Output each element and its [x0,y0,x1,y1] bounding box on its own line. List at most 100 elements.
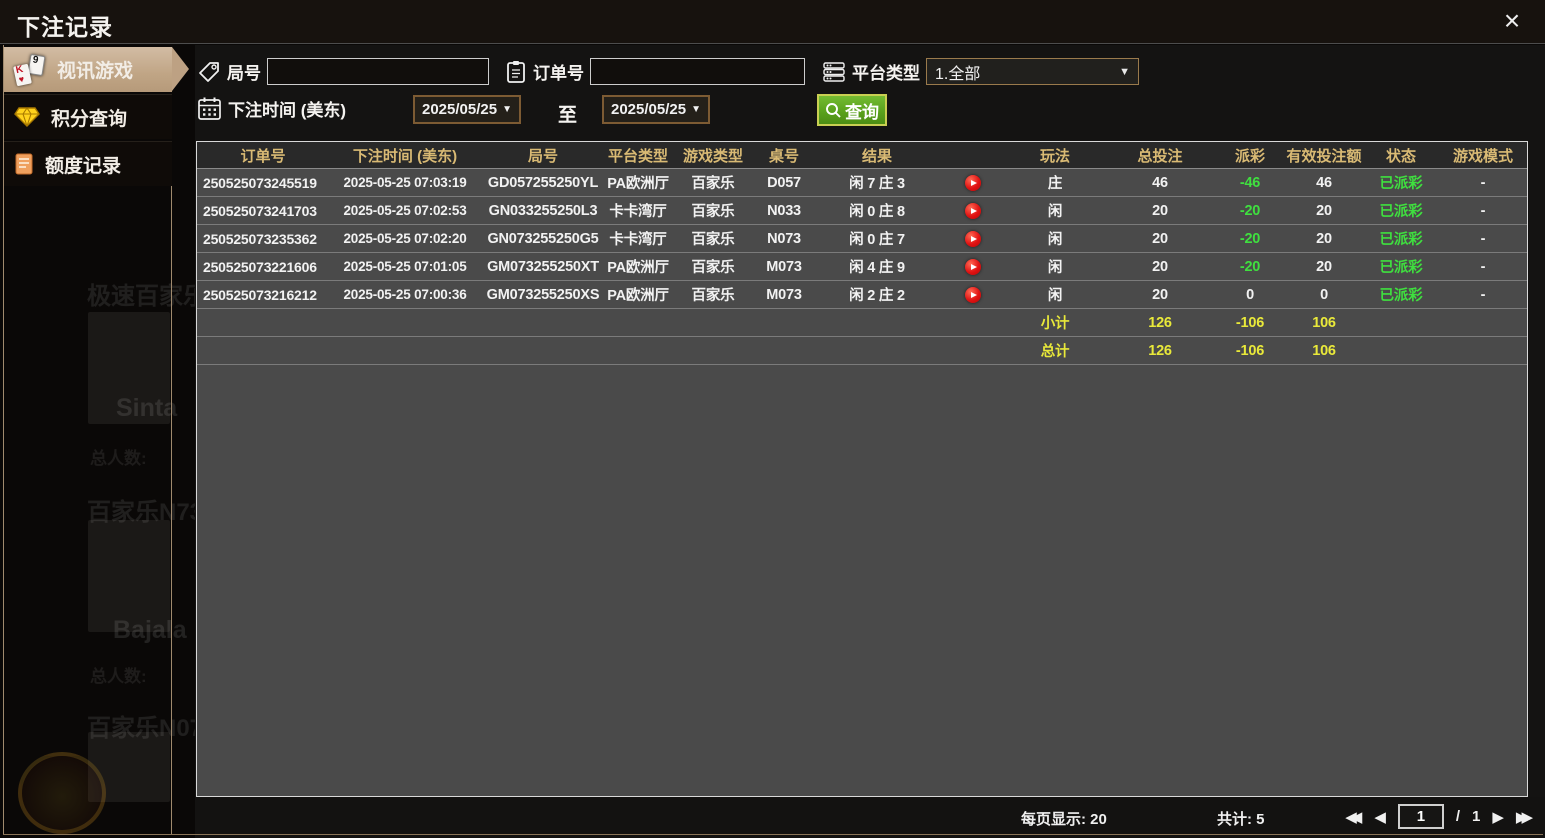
play-video-button[interactable] [965,174,981,191]
order-no-input[interactable] [590,58,805,85]
first-page-icon[interactable]: ◀◀ [1345,808,1362,826]
sidebar-item-video-games[interactable]: 9 K ♥ 视讯游戏 [4,47,189,92]
total-row-cell: -106 [1235,342,1265,359]
search-icon [825,102,842,119]
query-button[interactable]: 查询 [817,94,887,126]
total-row-cell [329,337,481,364]
subtotal-row: 小计 126 -106 106 [197,309,1527,337]
sidebar-item-quota-records[interactable]: 额度记录 [4,141,172,186]
server-stack-icon [822,60,846,84]
column-header-play [941,142,1005,168]
sidebar-item-label: 积分查询 [51,108,128,130]
prev-page-icon[interactable]: ◀ [1374,808,1386,826]
cell-play [941,281,1005,308]
cell-play [941,225,1005,252]
cell-order-no: 250525073216212 [203,286,317,303]
pagination-bar: 每页显示: 20 共计: 5 ◀◀ ◀ / 1 ▶ ▶▶ [195,797,1545,838]
query-button-label: 查询 [845,102,879,122]
cell-valid-bet: 20 [1316,230,1332,247]
subtotal-row-cell: 126 [1148,314,1172,331]
dialog-titlebar: 下注记录 × [0,0,1545,44]
total-row-cell [481,337,605,364]
game-no-input[interactable] [267,58,489,85]
column-header: 玩法 [1039,147,1070,165]
cell-status: 已派彩 [1379,232,1423,248]
total-row-cell [755,337,813,364]
total-row-cell [813,337,941,364]
play-video-button[interactable] [965,258,981,275]
background-hint-text: Sinta [116,394,178,422]
column-header: 桌号 [768,147,799,165]
cell-valid-bet: 46 [1316,174,1332,191]
subtotal-row-cell [197,309,329,336]
column-header: 平台类型 [607,147,668,165]
date-from-dropdown[interactable]: 2025/05/25 ▼ [413,95,521,124]
cell-game-type: 百家乐 [691,288,735,304]
chevron-down-icon: ▼ [502,104,512,115]
cell-bet-time: 2025-05-25 07:03:19 [343,175,467,190]
cell-bet-time: 2025-05-25 07:01:05 [343,259,467,274]
cell-play-method: 闲 [1047,232,1063,248]
subtotal-row-cell: -106 [1235,314,1265,331]
close-icon[interactable]: × [1497,6,1527,36]
tag-icon [197,60,221,84]
cell-result: 闲 4 庄 9 [849,260,905,276]
total-row: 总计 126 -106 106 [197,337,1527,365]
platform-select[interactable]: 1.全部 ▼ [926,58,1139,85]
cell-order-no: 250525073245519 [203,174,317,191]
cell-table-no: M073 [766,258,802,275]
subtotal-row-cell [813,309,941,336]
subtotal-row-cell [1363,309,1439,336]
total-row-cell [1439,337,1527,364]
cell-mode: - [1480,202,1486,219]
cell-game-no: GN073255250G5 [487,230,599,247]
cell-payout: 0 [1246,286,1254,303]
cell-result: 闲 0 庄 8 [849,204,905,220]
page-number-input[interactable] [1397,804,1444,829]
column-header: 总投注 [1137,147,1183,165]
date-to-dropdown[interactable]: 2025/05/25 ▼ [602,95,710,124]
play-video-button[interactable] [965,230,981,247]
cell-total-bet: 20 [1152,202,1168,219]
cell-bet-time: 2025-05-25 07:02:53 [343,203,467,218]
last-page-icon[interactable]: ▶▶ [1516,808,1533,826]
total-row-cell [605,337,671,364]
table-row: 250525073235362 2025-05-25 07:02:20 GN0732… [197,225,1527,253]
cell-play-method: 闲 [1047,288,1063,304]
cell-order-no: 250525073235362 [203,230,317,247]
cell-payout: -46 [1239,174,1261,191]
table-body: 250525073245519 2025-05-25 07:03:19 GD0572… [197,169,1527,365]
subtotal-row-cell [1439,309,1527,336]
cell-mode: - [1480,258,1486,275]
cell-bet-time: 2025-05-25 07:02:20 [343,231,467,246]
sidebar-item-points-query[interactable]: 积分查询 [4,94,172,139]
cell-total-bet: 20 [1152,286,1168,303]
game-no-filter: 局号 [197,58,489,85]
dialog-border-bottom [3,834,1543,835]
cell-order-no: 250525073221606 [203,258,317,275]
titlebar-divider [0,43,1545,44]
total-row-cell: 126 [1148,342,1172,359]
total-count-label: 共计: 5 [1217,811,1265,828]
table-row: 250525073245519 2025-05-25 07:03:19 GD0572… [197,169,1527,197]
column-header: 订单号 [240,147,286,165]
cell-platform: PA欧洲厅 [607,260,669,276]
next-page-icon[interactable]: ▶ [1492,808,1504,826]
play-video-button[interactable] [965,286,981,303]
cell-valid-bet: 0 [1320,286,1328,303]
cell-payout: -20 [1239,230,1261,247]
play-video-button[interactable] [965,202,981,219]
cell-game-type: 百家乐 [691,232,735,248]
column-header: 下注时间 (美东) [352,147,458,165]
cell-total-bet: 20 [1152,230,1168,247]
column-header: 游戏类型 [682,147,743,165]
last-page-number: 1 [1472,808,1481,825]
cell-result: 闲 7 庄 3 [849,176,905,192]
subtotal-row-cell [329,309,481,336]
total-row-cell: 106 [1312,342,1336,359]
cell-table-no: M073 [766,286,802,303]
column-header: 派彩 [1234,147,1265,165]
subtotal-row-cell [671,309,755,336]
date-from-value: 2025/05/25 [422,101,498,118]
cell-total-bet: 46 [1152,174,1168,191]
